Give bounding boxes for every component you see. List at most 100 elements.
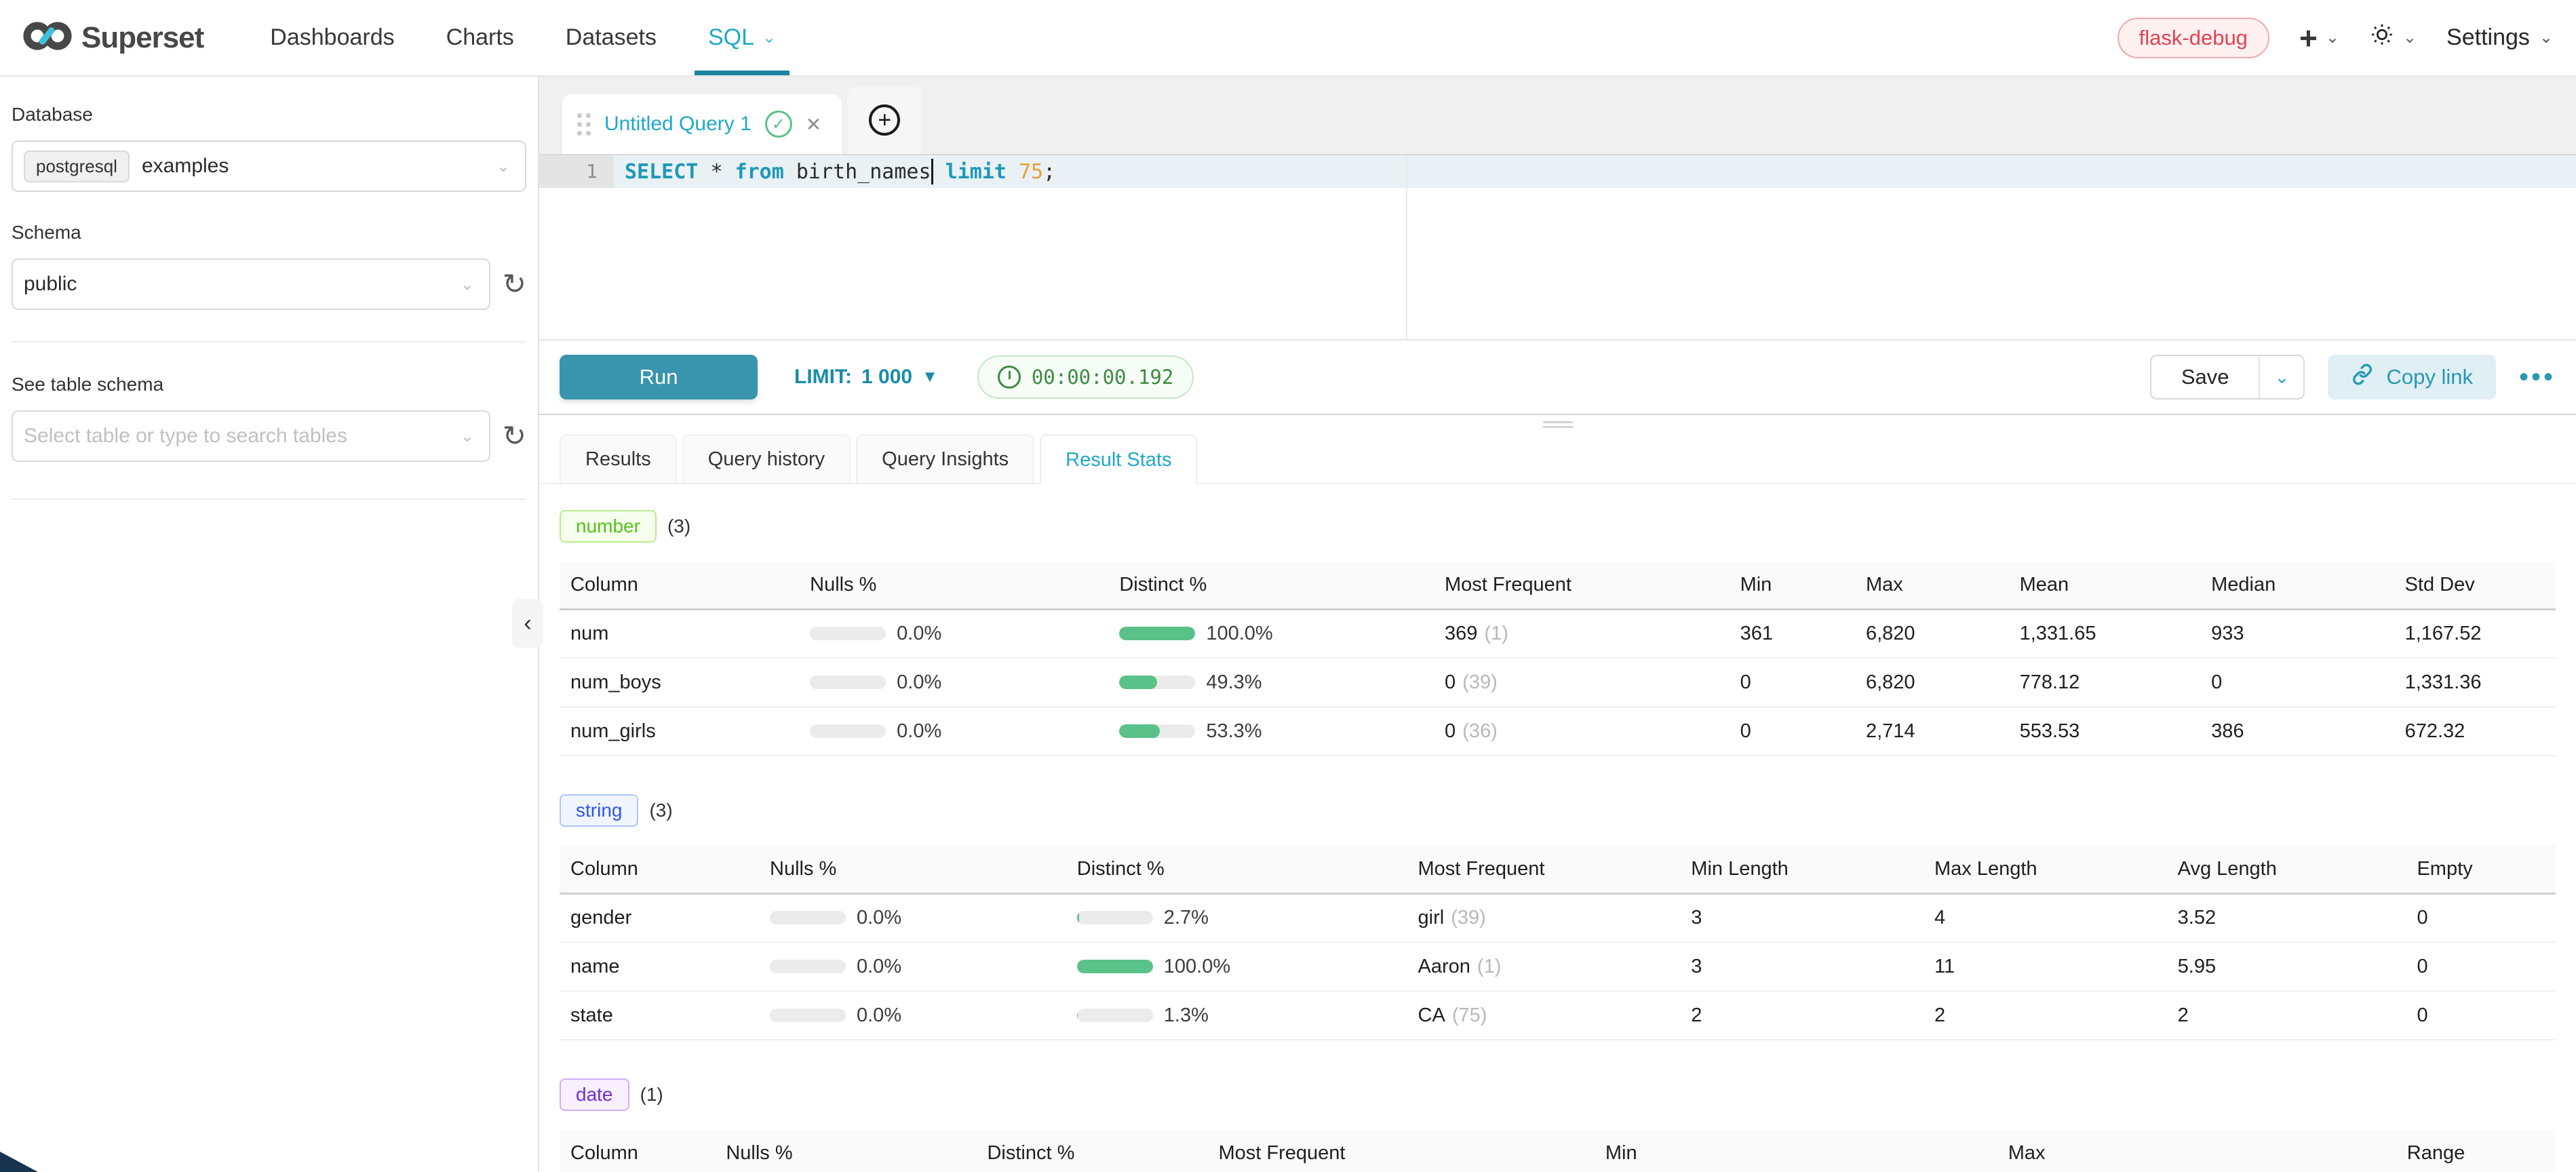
cell-most-frequent: CA(75) — [1407, 991, 1681, 1040]
cell-value: 0 — [1730, 658, 1855, 707]
refresh-schemas-icon[interactable]: ↻ — [503, 270, 526, 298]
sql-token: 75 — [1019, 160, 1043, 184]
column-header: Most Frequent — [1407, 846, 1681, 893]
caret-down-icon: ▼ — [922, 368, 938, 387]
query-tab[interactable]: Untitled Query 1 ✓ ✕ — [562, 94, 842, 154]
cell-value: 778.12 — [2009, 658, 2201, 707]
editor-toolbar: Run LIMIT: 1 000 ▼ 00:00:00.192 Save ⌄ — [539, 339, 2576, 415]
column-header: Distinct % — [976, 1130, 1207, 1172]
nulls-bar — [770, 1009, 846, 1022]
nav-item-sql[interactable]: SQL⌄ — [682, 0, 802, 75]
panel-resize-handle[interactable] — [1543, 418, 1573, 431]
cell-most-frequent: 0(36) — [1434, 707, 1730, 756]
sql-code-line[interactable]: SELECT * from birth_names limit 75; — [614, 159, 1055, 184]
stats-section-string: string(3)ColumnNulls %Distinct %Most Fre… — [560, 794, 2556, 1040]
save-options-caret[interactable]: ⌄ — [2260, 356, 2303, 398]
cell-value: 361 — [1730, 609, 1855, 658]
nav-item-datasets[interactable]: Datasets — [540, 0, 682, 75]
chevron-down-icon: ⌄ — [2403, 28, 2417, 47]
cell-value: 4 — [1924, 893, 2167, 942]
type-badge-number[interactable]: number — [560, 510, 657, 543]
brand-name: Superset — [81, 21, 203, 55]
table-row: num_boys0.0%49.3%0(39)06,820778.1201,331… — [560, 658, 2556, 707]
column-header: Avg Length — [2167, 846, 2406, 893]
type-badge-string[interactable]: string — [560, 794, 638, 827]
sql-editor[interactable]: 1 SELECT * from birth_names limit 75; — [539, 154, 2576, 339]
plus-circle-icon: + — [869, 104, 900, 136]
save-button[interactable]: Save — [2151, 356, 2261, 398]
results-tabbar: ResultsQuery historyQuery InsightsResult… — [539, 434, 2576, 484]
sql-token: SELECT — [625, 160, 698, 184]
distinct-bar — [1077, 960, 1153, 973]
cell-column-name: state — [560, 991, 759, 1040]
limit-dropdown[interactable]: LIMIT: 1 000 ▼ — [794, 366, 938, 389]
top-navbar: Superset DashboardsChartsDatasetsSQL⌄ fl… — [0, 0, 2576, 77]
copy-link-button[interactable]: Copy link — [2328, 355, 2496, 399]
run-button[interactable]: Run — [560, 355, 758, 399]
south-pane: ResultsQuery historyQuery InsightsResult… — [539, 415, 2576, 1172]
cell-column-name: name — [560, 942, 759, 991]
results-tab-query-history[interactable]: Query history — [682, 434, 851, 483]
cell-nulls-pct: 0.0% — [759, 991, 1066, 1040]
superset-brand[interactable]: Superset — [23, 20, 203, 56]
nav-item-label: Datasets — [566, 24, 657, 51]
settings-label: Settings — [2446, 24, 2530, 51]
drag-grip-icon[interactable] — [577, 113, 591, 136]
cell-value: 2 — [1680, 991, 1924, 1040]
table-row: num_girls0.0%53.3%0(36)02,714553.5338667… — [560, 707, 2556, 756]
column-header: Range — [2396, 1130, 2556, 1172]
cell-value: 3 — [1680, 893, 1924, 942]
sql-token: * — [710, 160, 722, 184]
results-tab-result-stats[interactable]: Result Stats — [1040, 434, 1197, 484]
table-select-placeholder: Select table or type to search tables — [24, 425, 347, 448]
nav-item-label: SQL — [708, 24, 754, 51]
cell-value: 2,714 — [1855, 707, 2009, 756]
sidebar-divider — [12, 499, 526, 500]
cell-value: 0 — [2406, 942, 2556, 991]
schema-select[interactable]: public ⌄ — [12, 258, 490, 310]
results-tab-results[interactable]: Results — [560, 434, 677, 483]
cell-value: 0 — [2406, 991, 2556, 1040]
settings-menu[interactable]: Settings ⌄ — [2446, 24, 2553, 51]
column-header: Nulls % — [799, 562, 1108, 609]
collapse-sidebar-button[interactable]: ‹ — [512, 599, 543, 648]
column-header: Nulls % — [759, 846, 1066, 893]
column-header: Column — [560, 846, 759, 893]
cell-value: 6,820 — [1855, 609, 2009, 658]
column-header: Max Length — [1924, 846, 2167, 893]
sql-token — [723, 160, 735, 184]
cell-value: 0 — [2406, 893, 2556, 942]
add-query-tab[interactable]: + — [847, 86, 922, 154]
nav-item-label: Charts — [446, 24, 514, 51]
nulls-bar — [770, 960, 846, 973]
save-split-button: Save ⌄ — [2150, 355, 2305, 399]
nulls-bar — [770, 911, 846, 924]
database-select-value: examples — [142, 155, 229, 178]
nav-item-label: Dashboards — [270, 24, 394, 51]
column-header: Max — [1997, 1130, 2396, 1172]
new-item-menu[interactable]: + ⌄ — [2299, 22, 2339, 54]
column-header: Min — [1730, 562, 1855, 609]
environment-tag: flask-debug — [2118, 18, 2269, 58]
cell-value: 5.95 — [2167, 942, 2406, 991]
close-tab-icon[interactable]: ✕ — [806, 113, 821, 136]
cell-distinct-pct: 53.3% — [1108, 707, 1434, 756]
table-row: num0.0%100.0%369(1)3616,8201,331.659331,… — [560, 609, 2556, 658]
query-tab-title: Untitled Query 1 — [604, 113, 752, 136]
nav-item-charts[interactable]: Charts — [421, 0, 540, 75]
results-tab-query-insights[interactable]: Query Insights — [856, 434, 1034, 483]
nav-item-dashboards[interactable]: Dashboards — [244, 0, 420, 75]
stats-table-string: ColumnNulls %Distinct %Most FrequentMin … — [560, 846, 2556, 1040]
copy-link-label: Copy link — [2386, 365, 2473, 389]
cell-nulls-pct: 0.0% — [799, 609, 1108, 658]
superset-logo-icon — [23, 20, 72, 56]
more-actions-button[interactable]: ••• — [2519, 362, 2556, 393]
type-badge-date[interactable]: date — [560, 1078, 629, 1111]
column-header: Column — [560, 562, 799, 609]
theme-menu[interactable]: ⌄ — [2369, 22, 2417, 54]
refresh-tables-icon[interactable]: ↻ — [503, 422, 526, 450]
cell-nulls-pct: 0.0% — [799, 658, 1108, 707]
database-select[interactable]: postgresql examples ⌄ — [12, 140, 526, 192]
table-select[interactable]: Select table or type to search tables ⌄ — [12, 410, 490, 462]
table-row: gender0.0%2.7%girl(39)343.520 — [560, 893, 2556, 942]
